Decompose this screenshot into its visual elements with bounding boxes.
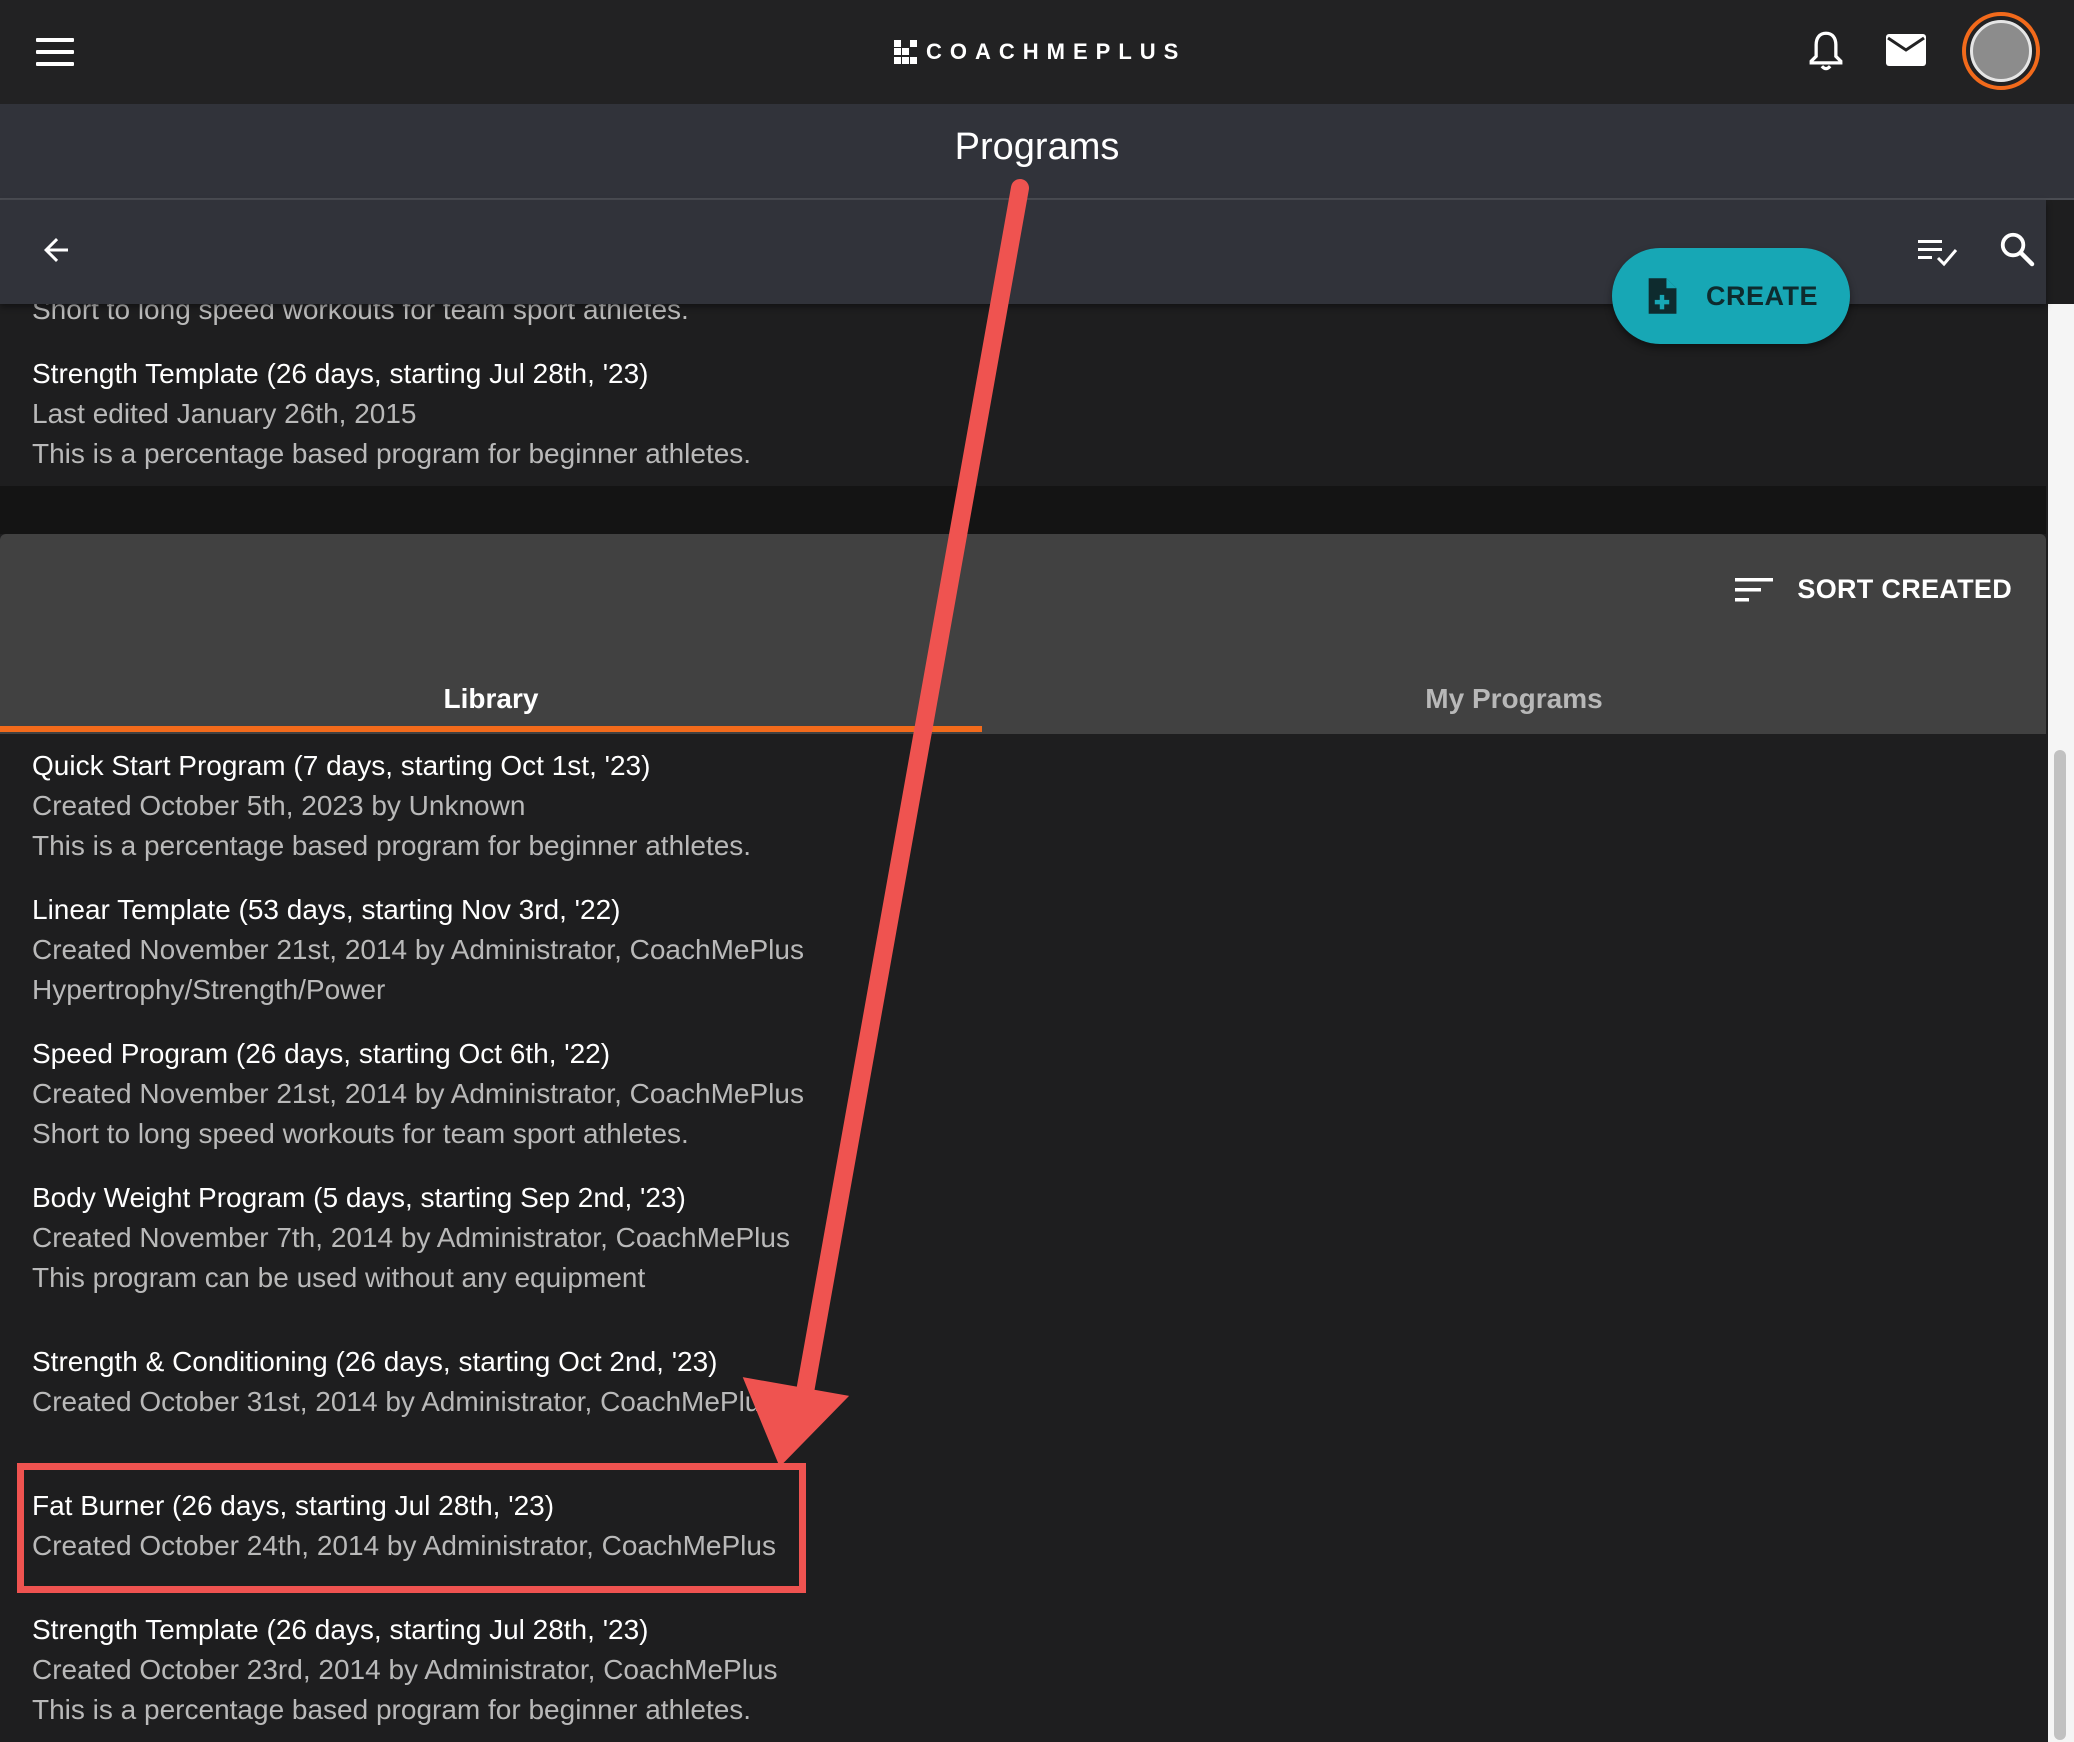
page-title: Programs — [954, 126, 1120, 168]
list-item[interactable]: Strength & Conditioning (26 days, starti… — [32, 1342, 1132, 1422]
item-description: This is a percentage based program for b… — [32, 1694, 752, 1725]
item-title: Linear Template (53 days, starting Nov 3… — [32, 894, 621, 925]
logo[interactable]: COACHMEPLUS — [894, 38, 1186, 66]
tab-indicator — [0, 726, 982, 732]
search-icon[interactable] — [1998, 230, 2036, 268]
item-subtitle: Created October 31st, 2014 by Administra… — [32, 1386, 775, 1417]
title-bar: Programs — [0, 104, 2074, 200]
back-arrow-icon[interactable] — [38, 232, 74, 268]
item-title: Quick Start Program (7 days, starting Oc… — [32, 750, 651, 781]
item-description: This program can be used without any equ… — [32, 1262, 646, 1293]
mail-icon[interactable] — [1884, 32, 1928, 68]
scrollbar-thumb[interactable] — [2054, 750, 2066, 1740]
logo-mark-icon — [894, 40, 918, 64]
item-title: Strength Template (26 days, starting Jul… — [32, 358, 649, 389]
item-description: Short to long speed workouts for team sp… — [32, 1118, 689, 1149]
menu-icon[interactable] — [36, 38, 74, 66]
top-app-bar: COACHMEPLUS — [0, 0, 2074, 104]
library-panel: SORT CREATED Library My Programs — [0, 534, 2046, 734]
item-subtitle: Last edited January 26th, 2015 — [32, 398, 417, 429]
item-subtitle: Created October 5th, 2023 by Unknown — [32, 790, 526, 821]
item-subtitle: Created November 7th, 2014 by Administra… — [32, 1222, 790, 1253]
item-title: Strength & Conditioning (26 days, starti… — [32, 1346, 718, 1377]
bell-icon[interactable] — [1806, 30, 1846, 76]
sort-button[interactable]: SORT CREATED — [1735, 574, 2012, 605]
annotation-highlight-box — [17, 1463, 806, 1593]
item-subtitle: Created November 21st, 2014 by Administr… — [32, 934, 804, 965]
item-description: This is a percentage based program for b… — [32, 438, 752, 469]
sort-icon — [1735, 577, 1774, 601]
item-title: Strength Template (26 days, starting Jul… — [32, 1614, 649, 1645]
section-divider — [0, 486, 2046, 534]
item-subtitle: Created November 21st, 2014 by Administr… — [32, 1078, 804, 1109]
item-description: Hypertrophy/Strength/Power — [32, 974, 386, 1005]
list-check-icon[interactable] — [1916, 234, 1960, 270]
sort-label: SORT CREATED — [1797, 574, 2012, 604]
tab-my-programs[interactable]: My Programs — [982, 664, 2046, 734]
logo-text: COACHMEPLUS — [926, 39, 1187, 64]
list-item[interactable]: Speed Program (26 days, starting Oct 6th… — [32, 1034, 1132, 1154]
list-item[interactable]: Strength Template (26 days, starting Jul… — [32, 354, 1132, 474]
create-button[interactable]: CREATE — [1612, 248, 1850, 344]
item-subtitle: Created October 23rd, 2014 by Administra… — [32, 1654, 778, 1685]
list-item[interactable]: Quick Start Program (7 days, starting Oc… — [32, 746, 1132, 866]
list-item[interactable]: Strength Template (26 days, starting Jul… — [32, 1610, 1132, 1730]
item-description: This is a percentage based program for b… — [32, 830, 752, 861]
avatar[interactable] — [1962, 12, 2040, 90]
create-button-label: CREATE — [1706, 280, 1819, 311]
tab-library[interactable]: Library — [0, 664, 982, 734]
list-item[interactable]: Linear Template (53 days, starting Nov 3… — [32, 890, 1132, 1010]
list-item[interactable]: Body Weight Program (5 days, starting Se… — [32, 1178, 1132, 1298]
item-title: Body Weight Program (5 days, starting Se… — [32, 1182, 686, 1213]
item-title: Speed Program (26 days, starting Oct 6th… — [32, 1038, 611, 1069]
file-plus-icon — [1648, 278, 1677, 314]
